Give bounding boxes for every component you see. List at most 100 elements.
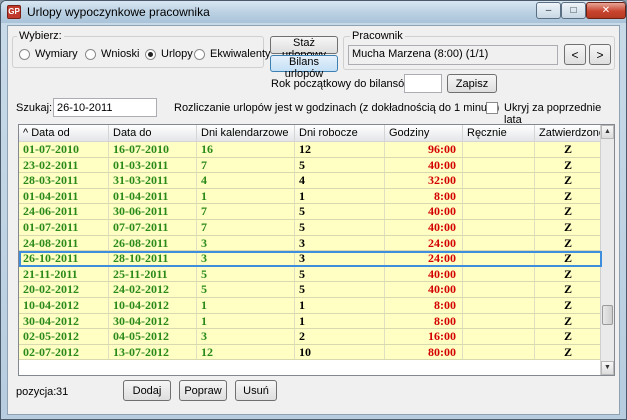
radio-ekwiwalenty[interactable]: Ekwiwalenty — [194, 48, 271, 60]
cell-zatwierdzono: Z — [535, 204, 602, 219]
staz-urlopowy-button[interactable]: Staż urlopowy — [270, 36, 338, 61]
cell-recznie — [463, 251, 535, 266]
cell-data-od: 01-07-2010 — [19, 142, 109, 157]
column-header[interactable]: Ręcznie — [463, 125, 535, 142]
table-row[interactable]: 02-05-2012 04-05-2012 3 2 16:00 Z — [19, 329, 602, 345]
ukryj-checkbox[interactable] — [486, 102, 498, 114]
cell-dni-kalendarzowe: 1 — [197, 313, 295, 329]
leave-table[interactable]: ^ Data od Data do Dni kalendarzowe Dni robo… — [18, 124, 615, 376]
dodaj-button[interactable]: Dodaj — [123, 380, 171, 401]
vertical-scrollbar[interactable]: ▲ ▼ — [600, 125, 614, 375]
close-button[interactable]: ✕ — [586, 2, 626, 19]
minimize-button[interactable]: – — [536, 2, 561, 19]
pracownik-field[interactable]: Mucha Marzena (8:00) (1/1) — [348, 45, 558, 65]
table-row[interactable]: 01-07-2011 07-07-2011 7 5 40:00 Z — [19, 219, 602, 236]
wybierz-legend: Wybierz: — [17, 30, 64, 42]
cell-recznie — [463, 173, 535, 188]
popraw-button[interactable]: Popraw — [179, 380, 227, 401]
table-row[interactable]: 24-08-2011 26-08-2011 3 3 24:00 Z — [19, 235, 602, 252]
cell-zatwierdzono: Z — [535, 142, 602, 157]
cell-data-do: 25-11-2011 — [109, 266, 197, 282]
column-header[interactable]: Zatwierdzono — [535, 125, 602, 142]
cell-data-do: 04-05-2012 — [109, 329, 197, 344]
rok-input[interactable] — [404, 74, 442, 93]
cell-dni-kalendarzowe: 4 — [197, 173, 295, 188]
cell-zatwierdzono: Z — [535, 235, 602, 251]
column-header[interactable]: Data do — [109, 125, 197, 142]
cell-zatwierdzono: Z — [535, 282, 602, 297]
cell-zatwierdzono: Z — [535, 313, 602, 329]
client-area: Wybierz: Wymiary Wnioski Urlopy Ekwiwale… — [7, 25, 620, 415]
column-header[interactable]: Dni kalendarzowe — [197, 125, 295, 142]
cell-zatwierdzono: Z — [535, 219, 602, 235]
table-row[interactable]: 01-04-2011 01-04-2011 1 1 8:00 Z — [19, 188, 602, 205]
cell-godziny: 32:00 — [385, 173, 463, 188]
cell-dni-kalendarzowe: 1 — [197, 297, 295, 313]
cell-recznie — [463, 188, 535, 204]
cell-data-od: 26-10-2011 — [19, 251, 109, 266]
cell-recznie — [463, 297, 535, 313]
table-row[interactable]: 02-07-2012 13-07-2012 12 10 80:00 Z — [19, 344, 602, 361]
cell-zatwierdzono: Z — [535, 344, 602, 360]
scroll-up-arrow[interactable]: ▲ — [601, 125, 614, 139]
szukaj-input[interactable] — [53, 98, 157, 117]
cell-dni-robocze: 3 — [295, 251, 385, 266]
cell-dni-kalendarzowe: 7 — [197, 204, 295, 219]
wybierz-group: Wybierz: Wymiary Wnioski Urlopy Ekwiwale… — [12, 30, 271, 68]
cell-data-od: 01-04-2011 — [19, 188, 109, 204]
radio-wnioski[interactable]: Wnioski — [85, 48, 140, 60]
cell-dni-kalendarzowe: 3 — [197, 329, 295, 344]
table-row[interactable]: 10-04-2012 10-04-2012 1 1 8:00 Z — [19, 297, 602, 314]
cell-data-od: 24-06-2011 — [19, 204, 109, 219]
radio-urlopy[interactable]: Urlopy — [145, 48, 193, 60]
cell-dni-robocze: 1 — [295, 313, 385, 329]
table-row[interactable]: 30-04-2012 30-04-2012 1 1 8:00 Z — [19, 313, 602, 330]
cell-data-od: 23-02-2011 — [19, 157, 109, 173]
cell-data-od: 02-07-2012 — [19, 344, 109, 360]
zapisz-button[interactable]: Zapisz — [447, 74, 497, 93]
maximize-button[interactable]: □ — [561, 2, 586, 19]
cell-godziny: 8:00 — [385, 297, 463, 313]
cell-dni-kalendarzowe: 5 — [197, 282, 295, 297]
column-header[interactable]: Dni robocze — [295, 125, 385, 142]
cell-godziny: 40:00 — [385, 266, 463, 282]
pozycja-value: 31 — [56, 386, 69, 398]
cell-data-do: 26-08-2011 — [109, 235, 197, 251]
radio-label: Ekwiwalenty — [210, 48, 271, 60]
cell-data-do: 24-02-2012 — [109, 282, 197, 297]
cell-dni-robocze: 5 — [295, 282, 385, 297]
cell-recznie — [463, 142, 535, 157]
table-row[interactable]: 20-02-2012 24-02-2012 5 5 40:00 Z — [19, 282, 602, 298]
table-row-selected[interactable]: 26-10-2011 28-10-2011 3 3 24:00 Z — [19, 251, 602, 267]
next-employee-button[interactable]: > — [589, 44, 611, 65]
radio-dot-selected — [145, 48, 156, 60]
column-header[interactable]: ^ Data od — [19, 125, 109, 142]
title-bar[interactable]: GP Urlopy wypoczynkowe pracownika – □ ✕ — [1, 1, 626, 23]
table-row[interactable]: 21-11-2011 25-11-2011 5 5 40:00 Z — [19, 266, 602, 283]
table-row[interactable]: 23-02-2011 01-03-2011 7 5 40:00 Z — [19, 157, 602, 174]
table-row[interactable]: 01-07-2010 16-07-2010 16 12 96:00 Z — [19, 142, 602, 158]
cell-godziny: 96:00 — [385, 142, 463, 157]
radio-label: Wymiary — [35, 48, 78, 60]
cell-data-do: 28-10-2011 — [109, 251, 197, 266]
bilans-urlopow-button[interactable]: Bilans urlopów — [270, 55, 338, 80]
radio-dot — [85, 48, 96, 60]
scroll-down-arrow[interactable]: ▼ — [601, 361, 614, 375]
cell-zatwierdzono: Z — [535, 188, 602, 204]
cell-data-do: 01-03-2011 — [109, 157, 197, 173]
table-row[interactable]: 24-06-2011 30-06-2011 7 5 40:00 Z — [19, 204, 602, 220]
scroll-thumb[interactable] — [602, 305, 613, 325]
radio-wymiary[interactable]: Wymiary — [19, 48, 78, 60]
szukaj-label: Szukaj: — [16, 102, 53, 114]
cell-data-od: 28-03-2011 — [19, 173, 109, 188]
cell-recznie — [463, 329, 535, 344]
column-header[interactable]: Godziny — [385, 125, 463, 142]
cell-recznie — [463, 157, 535, 173]
prev-employee-button[interactable]: < — [564, 44, 586, 65]
cell-zatwierdzono: Z — [535, 173, 602, 188]
table-row[interactable]: 28-03-2011 31-03-2011 4 4 32:00 Z — [19, 173, 602, 189]
cell-godziny: 40:00 — [385, 219, 463, 235]
usun-button[interactable]: Usuń — [235, 380, 277, 401]
cell-dni-robocze: 5 — [295, 266, 385, 282]
cell-zatwierdzono: Z — [535, 297, 602, 313]
